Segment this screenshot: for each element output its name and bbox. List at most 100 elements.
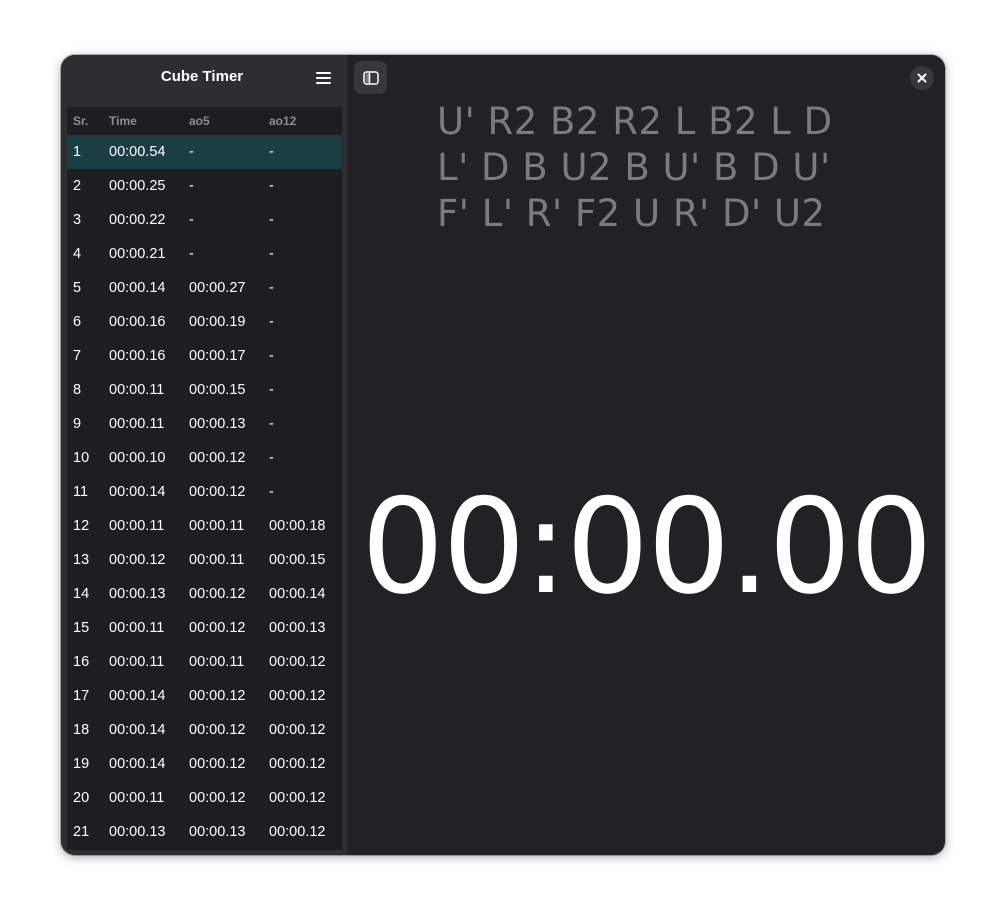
cell-time: 00:00.54 bbox=[109, 135, 189, 169]
cell-sr: 5 bbox=[73, 280, 82, 296]
scramble-text: U' R2 B2 R2 L B2 L D L' D B U2 B U' B D … bbox=[437, 99, 877, 237]
column-header-ao5[interactable]: ao5 bbox=[189, 107, 269, 135]
cell-ao12: 00:00.12 bbox=[269, 722, 326, 738]
table-row[interactable]: 3 00:00.22 - - bbox=[67, 203, 342, 237]
cell-ao12: - bbox=[269, 450, 274, 466]
app-window: Cube Timer Sr. Time ao5 ao12 1 00:00.54 … bbox=[61, 55, 945, 855]
cell-sr: 14 bbox=[73, 586, 90, 602]
cell-ao12: 00:00.13 bbox=[269, 620, 326, 636]
table-row[interactable]: 10 00:00.10 00:00.12 - bbox=[67, 441, 342, 475]
table-row[interactable]: 13 00:00.12 00:00.11 00:00.15 bbox=[67, 543, 342, 577]
table-row[interactable]: 12 00:00.11 00:00.11 00:00.18 bbox=[67, 509, 342, 543]
table-row[interactable]: 21 00:00.13 00:00.13 00:00.12 bbox=[67, 815, 342, 849]
cell-time: 00:00.11 bbox=[109, 790, 165, 806]
cell-sr: 6 bbox=[73, 314, 82, 330]
cell-sr: 21 bbox=[73, 824, 90, 840]
sidebar-header: Cube Timer bbox=[61, 55, 347, 105]
sidebar: Cube Timer Sr. Time ao5 ao12 1 00:00.54 … bbox=[61, 55, 347, 855]
cell-ao5: 00:00.12 bbox=[189, 620, 246, 636]
cell-ao5: - bbox=[189, 178, 194, 194]
close-button[interactable] bbox=[910, 66, 934, 90]
cell-sr: 10 bbox=[73, 450, 90, 466]
table-row[interactable]: 5 00:00.14 00:00.27 - bbox=[67, 271, 342, 305]
cell-ao12: - bbox=[269, 135, 342, 169]
cell-ao12: - bbox=[269, 348, 274, 364]
cell-ao5: 00:00.12 bbox=[189, 790, 246, 806]
solves-table-container[interactable]: Sr. Time ao5 ao12 1 00:00.54- -2 00:00.25- -… bbox=[67, 107, 342, 850]
cell-ao5: 00:00.15 bbox=[189, 382, 246, 398]
cell-time: 00:00.14 bbox=[109, 756, 166, 772]
table-row[interactable]: 11 00:00.14 00:00.12 - bbox=[67, 475, 342, 509]
table-row[interactable]: 16 00:00.11 00:00.11 00:00.12 bbox=[67, 645, 342, 679]
table-row[interactable]: 6 00:00.16 00:00.19 - bbox=[67, 305, 342, 339]
table-header-row: Sr. Time ao5 ao12 bbox=[67, 107, 342, 135]
cell-time: 00:00.10 bbox=[109, 450, 166, 466]
cell-sr: 13 bbox=[73, 552, 90, 568]
cell-ao5: 00:00.12 bbox=[189, 756, 246, 772]
table-row[interactable]: 2 00:00.25 - - bbox=[67, 169, 342, 203]
cell-ao5: - bbox=[189, 135, 269, 169]
cell-ao12: 00:00.15 bbox=[269, 552, 326, 568]
cell-ao12: - bbox=[269, 314, 274, 330]
cell-time: 00:00.14 bbox=[109, 722, 166, 738]
table-row[interactable]: 15 00:00.11 00:00.12 00:00.13 bbox=[67, 611, 342, 645]
cell-sr: 8 bbox=[73, 382, 82, 398]
cell-ao5: 00:00.11 bbox=[189, 654, 245, 670]
cell-time: 00:00.14 bbox=[109, 280, 166, 296]
cell-time: 00:00.16 bbox=[109, 314, 166, 330]
solves-table-body: 1 00:00.54- -2 00:00.25- -3 00:00.22- -4 00:00.… bbox=[67, 135, 342, 849]
cell-ao5: 00:00.19 bbox=[189, 314, 246, 330]
column-header-time[interactable]: Time bbox=[109, 107, 189, 135]
cell-ao12: 00:00.12 bbox=[269, 688, 326, 704]
cell-ao12: - bbox=[269, 246, 274, 262]
cell-ao5: - bbox=[189, 246, 194, 262]
timer-display[interactable]: 00:00.00 bbox=[347, 467, 945, 627]
sidebar-toggle-icon bbox=[362, 70, 379, 85]
cell-sr: 7 bbox=[73, 348, 82, 364]
cell-time: 00:00.12 bbox=[109, 552, 166, 568]
cell-ao12: - bbox=[269, 178, 274, 194]
table-row[interactable]: 9 00:00.11 00:00.13 - bbox=[67, 407, 342, 441]
cell-sr: 20 bbox=[73, 790, 90, 806]
cell-sr: 1 bbox=[67, 135, 109, 169]
cell-sr: 9 bbox=[73, 416, 82, 432]
cell-ao5: 00:00.12 bbox=[189, 688, 246, 704]
cell-ao5: 00:00.12 bbox=[189, 722, 246, 738]
table-row[interactable]: 1 00:00.54- - bbox=[67, 135, 342, 169]
cell-ao12: - bbox=[269, 484, 274, 500]
cell-time: 00:00.21 bbox=[109, 246, 166, 262]
cell-time: 00:00.11 bbox=[109, 382, 165, 398]
cell-time: 00:00.22 bbox=[109, 212, 166, 228]
app-title: Cube Timer bbox=[160, 68, 244, 85]
table-row[interactable]: 14 00:00.13 00:00.12 00:00.14 bbox=[67, 577, 342, 611]
scramble-line: L' D B U2 B U' B D U' bbox=[437, 146, 831, 189]
table-row[interactable]: 8 00:00.11 00:00.15 - bbox=[67, 373, 342, 407]
cell-ao12: 00:00.14 bbox=[269, 586, 326, 602]
cell-sr: 3 bbox=[73, 212, 82, 228]
cell-ao5: 00:00.27 bbox=[189, 280, 246, 296]
cell-sr: 2 bbox=[73, 178, 82, 194]
main-menu-button[interactable] bbox=[307, 64, 339, 92]
sidebar-toggle-button[interactable] bbox=[354, 61, 387, 94]
cell-sr: 19 bbox=[73, 756, 90, 772]
table-row[interactable]: 18 00:00.14 00:00.12 00:00.12 bbox=[67, 713, 342, 747]
cell-sr: 12 bbox=[73, 518, 90, 534]
table-row[interactable]: 19 00:00.14 00:00.12 00:00.12 bbox=[67, 747, 342, 781]
table-row[interactable]: 7 00:00.16 00:00.17 - bbox=[67, 339, 342, 373]
solves-table: Sr. Time ao5 ao12 1 00:00.54- -2 00:00.25- -… bbox=[67, 107, 342, 849]
cell-ao12: 00:00.18 bbox=[269, 518, 326, 534]
table-row[interactable]: 17 00:00.14 00:00.12 00:00.12 bbox=[67, 679, 342, 713]
cell-time: 00:00.11 bbox=[109, 620, 165, 636]
cell-sr: 11 bbox=[73, 484, 89, 500]
cell-ao5: 00:00.13 bbox=[189, 416, 246, 432]
cell-time: 00:00.25 bbox=[109, 178, 166, 194]
column-header-sr[interactable]: Sr. bbox=[67, 107, 109, 135]
column-header-ao12[interactable]: ao12 bbox=[269, 107, 342, 135]
cell-ao12: - bbox=[269, 382, 274, 398]
cell-time: 00:00.13 bbox=[109, 824, 166, 840]
cell-time: 00:00.11 bbox=[109, 518, 165, 534]
cell-time: 00:00.16 bbox=[109, 348, 166, 364]
cell-ao5: 00:00.13 bbox=[189, 824, 246, 840]
table-row[interactable]: 20 00:00.11 00:00.12 00:00.12 bbox=[67, 781, 342, 815]
table-row[interactable]: 4 00:00.21 - - bbox=[67, 237, 342, 271]
